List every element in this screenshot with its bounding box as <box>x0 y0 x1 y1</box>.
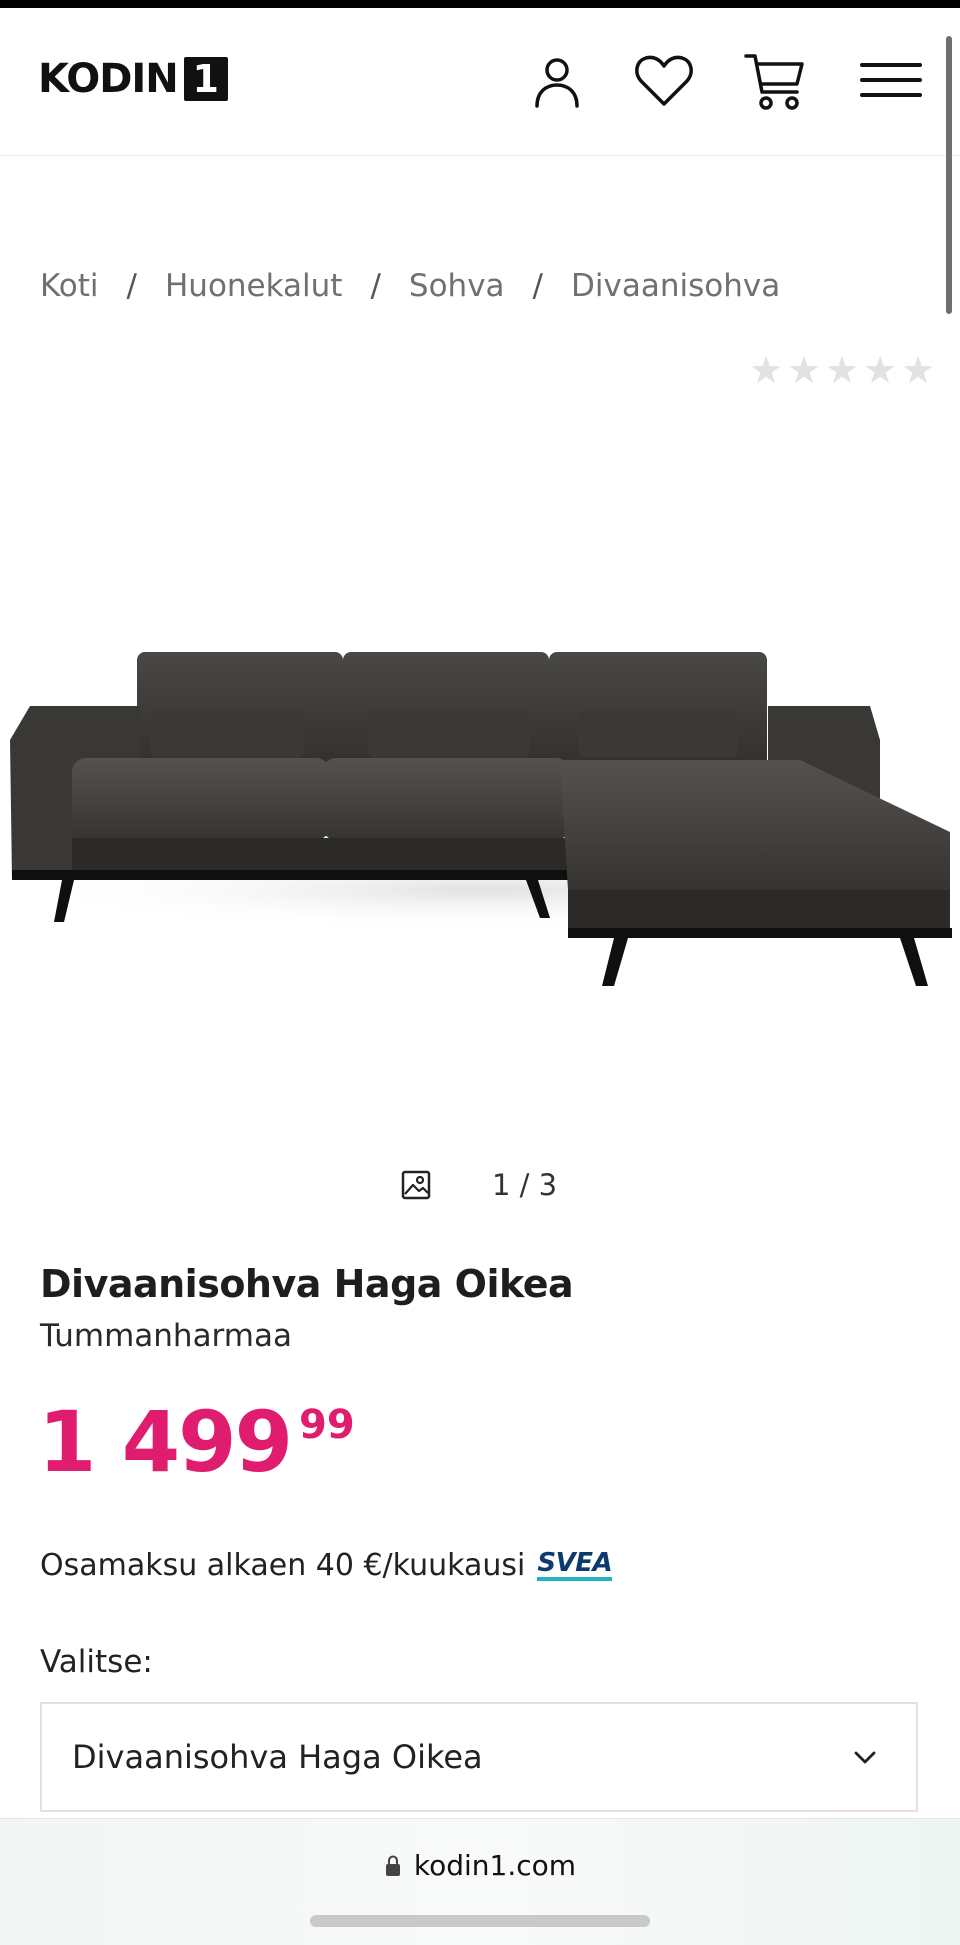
variant-select-value: Divaanisohva Haga Oikea <box>72 1738 483 1776</box>
breadcrumb-separator: / <box>532 268 543 304</box>
product-title: Divaanisohva Haga Oikea <box>40 1262 574 1306</box>
site-header: KODIN 1 <box>0 8 960 156</box>
chevron-down-icon <box>854 1751 876 1764</box>
price-cents: 99 <box>299 1402 355 1448</box>
breadcrumb-separator: / <box>370 268 381 304</box>
product-color: Tummanharmaa <box>40 1318 292 1354</box>
svea-logo: SVEA <box>537 1549 613 1581</box>
breadcrumb: Koti / Huonekalut / Sohva / Divaanisohva <box>40 262 780 310</box>
star-icon: ★ <box>786 348 822 392</box>
product-image[interactable] <box>0 420 960 1020</box>
account-icon[interactable] <box>524 48 590 114</box>
browser-url-bar[interactable]: kodin1.com <box>0 1818 960 1945</box>
page-scrollbar[interactable] <box>946 36 952 314</box>
status-bar-edge <box>0 0 960 8</box>
home-indicator[interactable] <box>310 1915 650 1927</box>
wishlist-heart-icon[interactable] <box>631 48 697 114</box>
installment-text: Osamaksu alkaen 40 €/kuukausi <box>40 1547 526 1583</box>
installment-info[interactable]: Osamaksu alkaen 40 €/kuukausi SVEA <box>40 1544 613 1586</box>
cart-icon[interactable] <box>742 48 808 114</box>
rating-stars[interactable]: ★ ★ ★ ★ ★ <box>748 350 936 390</box>
url-display[interactable]: kodin1.com <box>0 1849 960 1882</box>
star-icon: ★ <box>862 348 898 392</box>
breadcrumb-divaanisohva[interactable]: Divaanisohva <box>571 268 780 304</box>
breadcrumb-huonekalut[interactable]: Huonekalut <box>165 268 342 304</box>
logo-text: KODIN <box>38 56 179 102</box>
star-icon: ★ <box>748 348 784 392</box>
breadcrumb-sohva[interactable]: Sohva <box>409 268 505 304</box>
gallery-page-counter: 1 / 3 <box>492 1168 558 1202</box>
breadcrumb-separator: / <box>126 268 137 304</box>
gallery-counter[interactable]: 1 / 3 <box>400 1160 557 1210</box>
star-icon: ★ <box>900 348 936 392</box>
menu-icon[interactable] <box>858 48 924 114</box>
variant-select[interactable]: Divaanisohva Haga Oikea <box>40 1702 918 1812</box>
logo-number: 1 <box>183 57 228 101</box>
url-text: kodin1.com <box>413 1849 577 1882</box>
price-main: 1 499 <box>38 1393 293 1491</box>
product-price: 1 499 99 <box>38 1392 355 1492</box>
image-gallery-icon <box>401 1170 431 1200</box>
variant-select-label: Valitse: <box>40 1644 153 1680</box>
breadcrumb-koti[interactable]: Koti <box>40 268 99 304</box>
star-icon: ★ <box>824 348 860 392</box>
site-logo[interactable]: KODIN 1 <box>38 56 228 102</box>
lock-icon <box>385 1854 400 1876</box>
